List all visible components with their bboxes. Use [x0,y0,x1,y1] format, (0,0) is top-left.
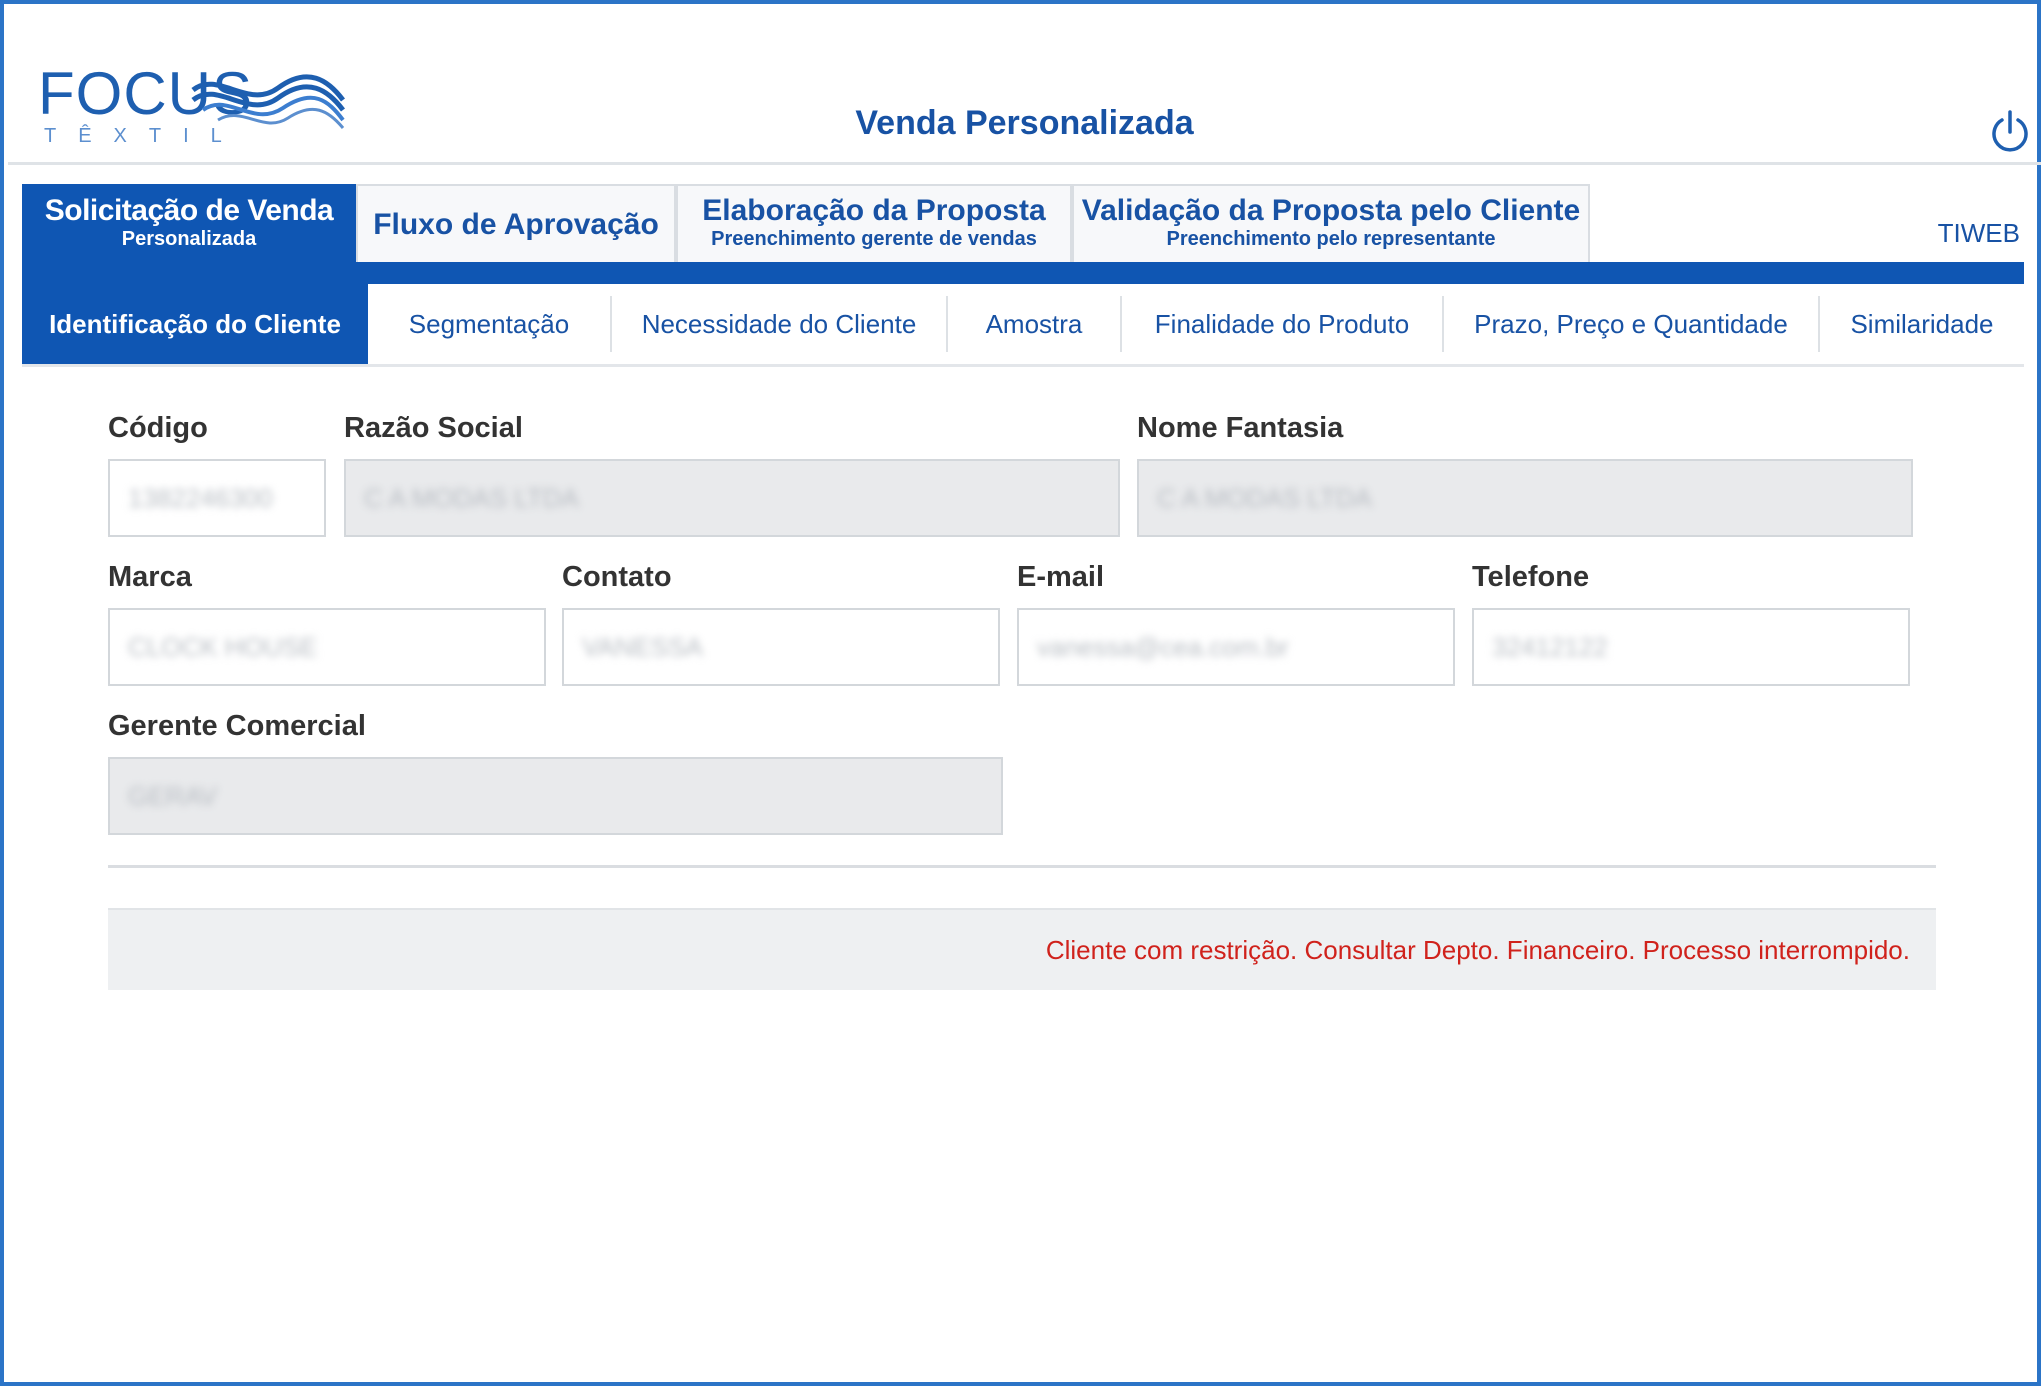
subtab-finalidade-produto[interactable]: Finalidade do Produto [1122,284,1442,364]
subtab-similaridade[interactable]: Similaridade [1820,284,2024,364]
marca-value: CLOCK HOUSE [128,632,318,662]
contato-value: VANESSA [582,632,703,662]
subtab-amostra[interactable]: Amostra [948,284,1120,364]
tab-elaboracao-proposta[interactable]: Elaboração da Proposta Preenchimento ger… [676,184,1072,262]
telefone-field[interactable]: 32412122 [1472,608,1910,686]
telefone-label: Telefone [1472,561,1590,593]
nome-fantasia-field[interactable]: C A MODAS LTDA [1137,459,1913,537]
sub-tabs: Identificação do Cliente Segmentação Nec… [22,284,2024,367]
tab-solicitacao-venda[interactable]: Solicitação de Venda Personalizada [22,184,356,262]
tab-subtitle: Preenchimento pelo representante [1166,228,1496,250]
section-divider [108,865,1936,868]
stage-tabs: Solicitação de Venda Personalizada Fluxo… [22,184,2024,262]
razao-social-value: C A MODAS LTDA [364,483,579,513]
codigo-value: 1382246300 [128,483,273,513]
email-field[interactable]: vanessa@cea.com.br [1017,608,1455,686]
gerente-comercial-value: GERAV [128,781,218,811]
app-frame: FOCUS TÊXTIL Venda Personalizada Solicit… [0,0,2041,1386]
razao-social-field[interactable]: C A MODAS LTDA [344,459,1120,537]
email-value: vanessa@cea.com.br [1037,632,1289,662]
contato-field[interactable]: VANESSA [562,608,1000,686]
tab-subtitle: Personalizada [121,228,257,250]
gerente-comercial-field[interactable]: GERAV [108,757,1003,835]
power-icon [1992,110,2028,152]
tab-validacao-proposta[interactable]: Validação da Proposta pelo Cliente Preen… [1072,184,1590,262]
nome-fantasia-value: C A MODAS LTDA [1157,483,1372,513]
tab-title: Fluxo de Aprovação [373,208,659,241]
tab-fluxo-aprovacao[interactable]: Fluxo de Aprovação [356,184,676,262]
tab-bar-divider [22,262,2024,284]
subtab-identificacao-cliente[interactable]: Identificação do Cliente [22,284,368,364]
gerente-comercial-label: Gerente Comercial [108,710,366,742]
restriction-message: Cliente com restrição. Consultar Depto. … [1045,935,1910,965]
codigo-label: Código [108,412,208,444]
razao-social-label: Razão Social [344,412,523,444]
email-label: E-mail [1017,561,1105,593]
tab-title: Validação da Proposta pelo Cliente [1081,194,1581,227]
page-title: Venda Personalizada [855,104,1194,142]
subtab-prazo-preco-quantidade[interactable]: Prazo, Preço e Quantidade [1444,284,1818,364]
subtab-necessidade-cliente[interactable]: Necessidade do Cliente [612,284,946,364]
contato-label: Contato [562,561,672,593]
tab-title: Solicitação de Venda [44,194,334,227]
marca-label: Marca [108,561,192,593]
system-label: TIWEB [1937,218,2020,248]
tab-title: Elaboração da Proposta [702,194,1046,227]
nome-fantasia-label: Nome Fantasia [1137,412,1344,444]
header: FOCUS TÊXTIL Venda Personalizada [8,8,2041,165]
marca-field[interactable]: CLOCK HOUSE [108,608,546,686]
message-bar: Cliente com restrição. Consultar Depto. … [108,908,1936,990]
codigo-field[interactable]: 1382246300 [108,459,326,537]
tab-subtitle: Preenchimento gerente de vendas [711,228,1037,250]
power-button[interactable] [1988,110,2032,154]
telefone-value: 32412122 [1492,632,1608,662]
subtab-segmentacao[interactable]: Segmentação [368,284,610,364]
